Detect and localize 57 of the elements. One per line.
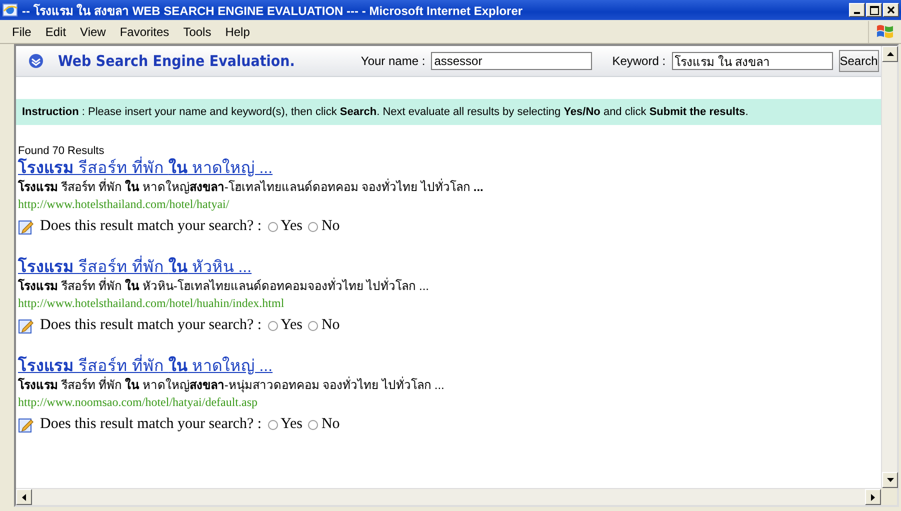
- result-url: http://www.hotelsthailand.com/hotel/huahin/index.html: [18, 296, 284, 310]
- vertical-scrollbar[interactable]: [881, 46, 897, 488]
- radio-button[interactable]: [268, 222, 278, 232]
- radio-button[interactable]: [308, 420, 318, 430]
- radio-button[interactable]: [308, 320, 318, 330]
- match-question: Does this result match your search? :: [40, 218, 262, 235]
- scroll-right-icon[interactable]: [865, 489, 881, 505]
- close-button[interactable]: [883, 3, 899, 17]
- search-button[interactable]: Search: [838, 50, 879, 72]
- minimize-button[interactable]: [849, 3, 865, 17]
- maximize-button[interactable]: [866, 3, 882, 17]
- menu-item[interactable]: Favorites: [114, 22, 178, 40]
- edit-icon: [18, 218, 34, 234]
- result-snippet: โรงแรม รีสอร์ท ที่พัก ใน หัวหิน-โฮเทลไทยแลนด์ดอทคอมจองทั่วไทย ไปทั่วโลก ...: [18, 278, 430, 294]
- horizontal-scrollbar[interactable]: [16, 488, 881, 505]
- result-url: http://www.noomsao.com/hotel/hatyai/default.asp: [18, 395, 258, 409]
- name-field[interactable]: assessor: [431, 52, 592, 70]
- edit-icon: [18, 318, 34, 334]
- radio-label: Yes: [280, 416, 302, 433]
- browser-icon: [2, 2, 18, 18]
- result-title-link[interactable]: โรงแรม รีสอร์ท ที่พัก ใน หาดใหญ่ ...: [18, 356, 273, 377]
- radio-label: Yes: [280, 218, 302, 235]
- close-icon: [887, 6, 895, 14]
- result-url: http://www.hotelsthailand.com/hotel/hatyai/: [18, 197, 230, 211]
- result-snippet: โรงแรม รีสอร์ท ที่พัก ใน หาดใหญ่สงขลา-หนุ่มสาวดอทคอม จองทั่วไทย ไปทั่วโลก ...: [18, 377, 446, 393]
- result-title-link[interactable]: โรงแรม รีสอร์ท ที่พัก ใน หัวหิน ...: [18, 257, 252, 278]
- radio-label: No: [321, 317, 340, 334]
- radio-button[interactable]: [308, 222, 318, 232]
- maximize-icon: [870, 6, 878, 14]
- scroll-up-icon[interactable]: [882, 46, 898, 62]
- results-count: Found 70 Results: [18, 145, 106, 157]
- keyword-field[interactable]: โรงแรม ใน สงขลา: [672, 52, 833, 70]
- radio-label: Yes: [280, 317, 302, 334]
- radio-button[interactable]: [268, 420, 278, 430]
- window-title: -- โรงแรม ใน สงขลา WEB SEARCH ENGINE EVALUATION --- - Microsoft Internet Explorer: [22, 2, 524, 20]
- match-question: Does this result match your search? :: [40, 416, 262, 433]
- radio-label: No: [321, 218, 340, 235]
- name-label: Your name :: [360, 54, 426, 68]
- match-question: Does this result match your search? :: [40, 317, 262, 334]
- scroll-down-icon[interactable]: [882, 472, 898, 488]
- scroll-left-icon[interactable]: [16, 489, 32, 505]
- result-snippet: โรงแรม รีสอร์ท ที่พัก ใน หาดใหญ่สงขลา-โฮเทลไทยแลนด์ดอทคอม จองทั่วไทย ไปทั่วโลก ...: [18, 179, 484, 195]
- keyword-label: Keyword :: [612, 54, 666, 68]
- menu-item[interactable]: Help: [219, 22, 258, 40]
- menu-item[interactable]: View: [74, 22, 114, 40]
- menu-item[interactable]: File: [6, 22, 40, 40]
- menu-item[interactable]: Edit: [39, 22, 74, 40]
- instruction-text: Instruction : Please insert your name and keyword(s), then click Search. Next evaluate all results by selecting Yes/No and click Submit the results.: [16, 99, 881, 125]
- edit-icon: [18, 416, 34, 432]
- scrollbar-corner: [881, 488, 897, 505]
- windows-flag-icon: [876, 22, 894, 40]
- radio-button[interactable]: [268, 320, 278, 330]
- radio-label: No: [321, 416, 340, 433]
- chevron-circle-icon: [28, 53, 44, 69]
- page-title: Web Search Engine Evaluation.: [58, 52, 295, 70]
- result-title-link[interactable]: โรงแรม รีสอร์ท ที่พัก ใน หาดใหญ่ ...: [18, 158, 273, 179]
- menu-item[interactable]: Tools: [177, 22, 220, 40]
